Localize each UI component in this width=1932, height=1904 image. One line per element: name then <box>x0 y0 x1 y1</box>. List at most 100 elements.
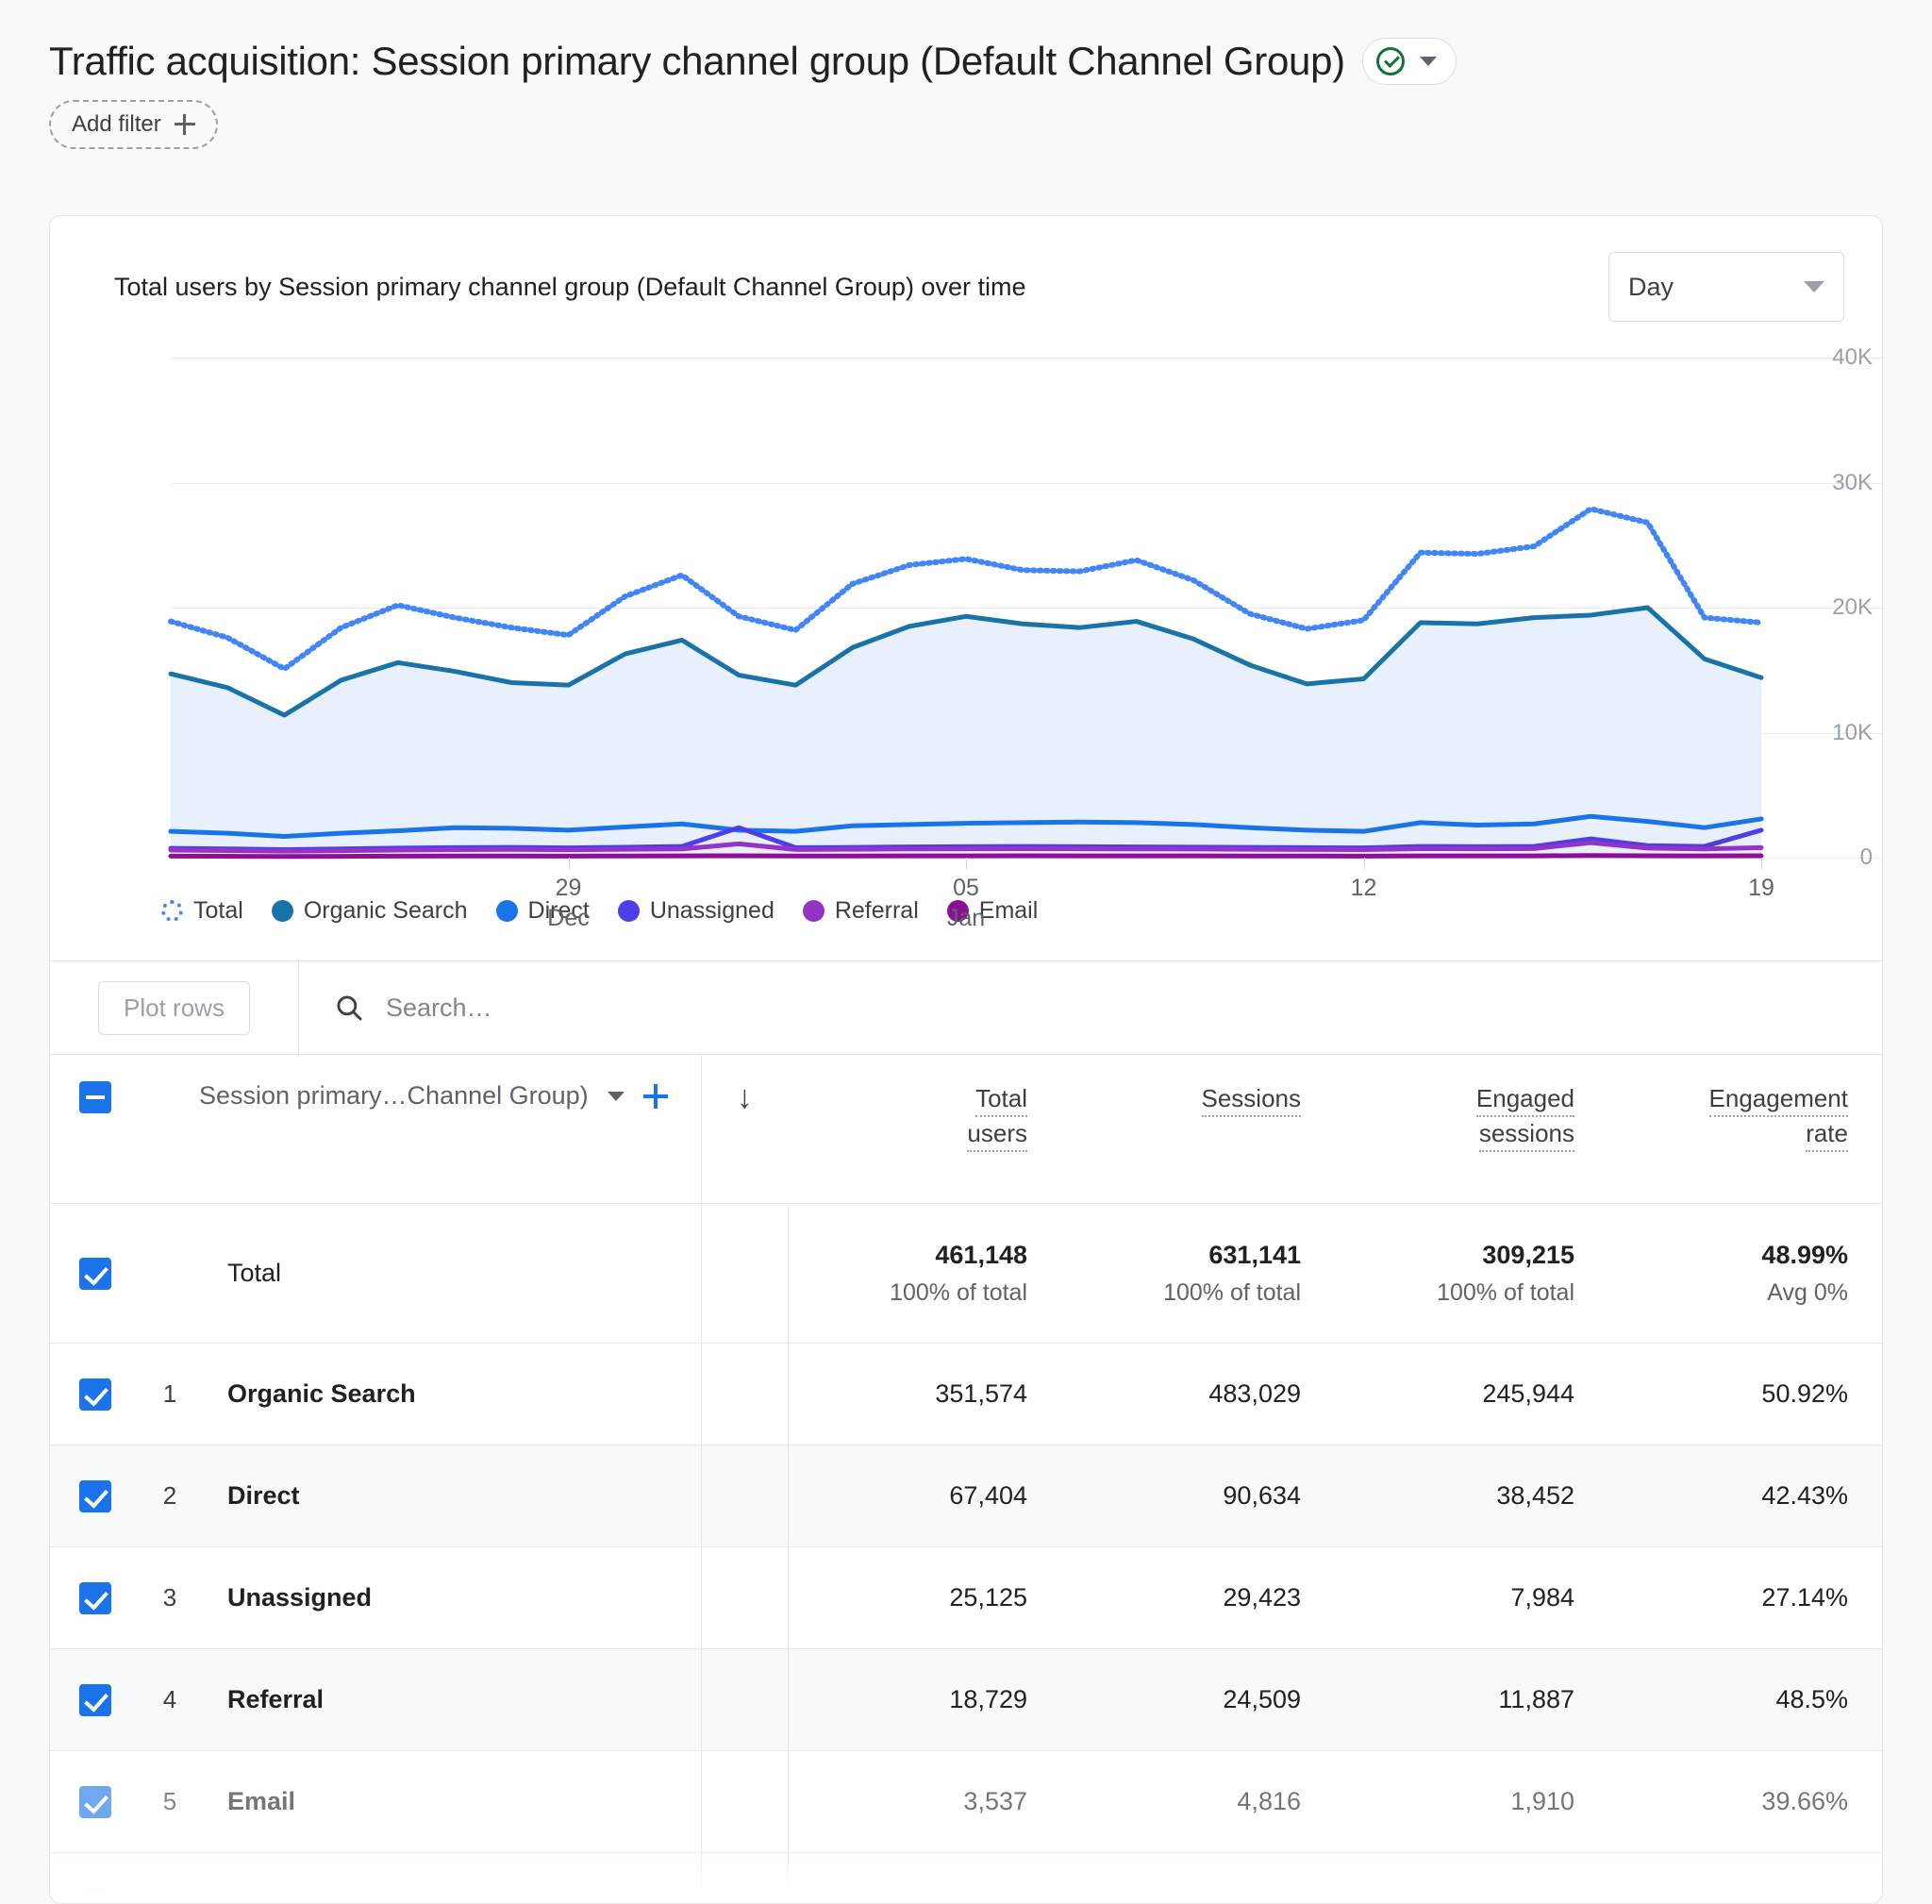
search-container <box>299 961 1882 1054</box>
legend-item-referral[interactable]: Referral <box>803 897 919 925</box>
row-checkbox-cell <box>50 1445 141 1547</box>
y-axis-tick-label: 10K <box>1832 720 1873 746</box>
legend-swatch-icon <box>803 900 824 922</box>
table-row[interactable]: 2Direct67,40490,63438,45242.43% <box>50 1445 1882 1547</box>
chevron-down-icon[interactable] <box>608 1092 625 1101</box>
table-row[interactable]: 1Organic Search351,574483,029245,94450.9… <box>50 1344 1882 1445</box>
row-metric-value: 483,029 <box>1061 1344 1335 1445</box>
metric-value: 4,816 <box>1061 1787 1301 1816</box>
metric-value: 18,729 <box>789 1685 1028 1714</box>
metric-value: 67,404 <box>789 1481 1028 1511</box>
add-dimension-icon[interactable] <box>643 1084 668 1109</box>
legend-swatch-icon <box>161 900 183 922</box>
metric-header-line1: Sessions <box>1202 1084 1302 1117</box>
chart-plot-area: 010K20K30K40K 29Dec05Jan1219 <box>171 358 1761 858</box>
metric-value: 7,984 <box>1335 1583 1574 1612</box>
row-sort-spacer <box>701 1344 788 1445</box>
row-checkbox[interactable] <box>79 1378 111 1411</box>
legend-item-organic-search[interactable]: Organic Search <box>272 897 468 925</box>
select-all-cell <box>50 1055 141 1204</box>
chart-series-layer <box>171 358 1761 858</box>
row-checkbox[interactable] <box>79 1582 111 1614</box>
row-metric-value: 351,574 <box>788 1344 1061 1445</box>
metric-value: 1,910 <box>1335 1787 1574 1816</box>
report-status-chip[interactable] <box>1362 38 1457 85</box>
granularity-value: Day <box>1628 273 1674 302</box>
rank-header <box>141 1055 199 1204</box>
row-checkbox-cell <box>50 1649 141 1751</box>
chevron-down-icon[interactable] <box>1420 57 1437 66</box>
legend-item-total[interactable]: Total <box>161 897 243 925</box>
row-checkbox-cell <box>50 1751 141 1853</box>
row-sort-spacer <box>701 1547 788 1649</box>
legend-swatch-icon <box>496 900 518 922</box>
row-metric-value: 90,634 <box>1061 1445 1335 1547</box>
metric-header-sessions[interactable]: Sessions <box>1061 1055 1335 1204</box>
page-title: Traffic acquisition: Session primary cha… <box>49 39 1345 84</box>
row-checkbox-cell <box>50 1344 141 1445</box>
row-sort-spacer <box>701 1445 788 1547</box>
metric-value: 24,509 <box>1061 1685 1301 1714</box>
metric-value: 48.5% <box>1608 1685 1848 1714</box>
x-axis-tick-label: 12 <box>1351 858 1377 903</box>
metric-header-engagement-rate[interactable]: Engagement rate <box>1608 1055 1882 1204</box>
row-dimension-name: Direct <box>199 1445 701 1547</box>
row-dimension-name: Referral <box>199 1649 701 1751</box>
row-metric-value: 67,404 <box>788 1445 1061 1547</box>
row-checkbox[interactable] <box>79 1480 111 1512</box>
row-metric-value: 245,944 <box>1335 1344 1608 1445</box>
table-row[interactable]: 4Referral18,72924,50911,88748.5% <box>50 1649 1882 1751</box>
table-row[interactable]: 5Email3,5374,8161,91039.66% <box>50 1751 1882 1853</box>
metric-header-engaged-sessions[interactable]: Engaged sessions <box>1335 1055 1608 1204</box>
row-metric-value: 24,509 <box>1061 1649 1335 1751</box>
row-metric-value: 11,887 <box>1335 1649 1608 1751</box>
row-checkbox[interactable] <box>79 1786 111 1818</box>
row-rank <box>141 1204 199 1344</box>
legend-swatch-icon <box>618 900 640 922</box>
row-rank: 5 <box>141 1751 199 1853</box>
sort-indicator-cell[interactable]: ↓ <box>701 1055 788 1204</box>
row-checkbox-cell <box>50 1547 141 1649</box>
metric-header-line1: Engaged <box>1476 1084 1574 1117</box>
x-axis-tick-label: 19 <box>1748 858 1774 903</box>
metric-value: 483,029 <box>1061 1379 1301 1409</box>
dimension-header-cell: Session primary…Channel Group) <box>199 1055 701 1204</box>
table-row[interactable]: 3Unassigned25,12529,4237,98427.14% <box>50 1547 1882 1649</box>
time-series-chart: 010K20K30K40K 29Dec05Jan1219 <box>50 358 1882 858</box>
dimension-header-label[interactable]: Session primary…Channel Group) <box>199 1081 589 1111</box>
chart-area-fill <box>171 608 1761 858</box>
legend-item-unassigned[interactable]: Unassigned <box>618 897 774 925</box>
chart-header: Total users by Session primary channel g… <box>50 216 1882 322</box>
granularity-select[interactable]: Day <box>1608 252 1844 322</box>
plot-rows-button[interactable]: Plot rows <box>98 981 250 1035</box>
table-body: Total461,148100% of total631,141100% of … <box>50 1204 1882 1904</box>
search-icon <box>333 992 365 1024</box>
metric-value: 2,478 <box>1061 1889 1301 1904</box>
row-metric-value: 18,729 <box>788 1649 1061 1751</box>
add-filter-button[interactable]: Add filter <box>49 100 218 149</box>
row-metric-value: 7,984 <box>1335 1547 1608 1649</box>
metric-value: 11,887 <box>1335 1685 1574 1714</box>
metric-header-total-users[interactable]: Total users <box>788 1055 1061 1204</box>
row-metric-value: 461,148100% of total <box>788 1204 1061 1344</box>
legend-label: Total <box>193 897 243 925</box>
metric-value: 38,452 <box>1335 1481 1574 1511</box>
row-checkbox[interactable] <box>79 1888 111 1904</box>
row-checkbox[interactable] <box>79 1684 111 1716</box>
legend-label: Organic Search <box>304 897 468 925</box>
table-toolbar: Plot rows <box>50 961 1882 1054</box>
table-header: Session primary…Channel Group) ↓ Total u… <box>50 1055 1882 1204</box>
row-metric-value: 39.66% <box>1608 1751 1882 1853</box>
metric-value: 351,574 <box>789 1379 1028 1409</box>
select-all-checkbox[interactable] <box>79 1081 111 1113</box>
metric-header-line1: Engagement <box>1709 1084 1848 1117</box>
search-input[interactable] <box>386 994 1625 1023</box>
row-metric-value: 3,537 <box>788 1751 1061 1853</box>
row-metric-value: 50.92% <box>1608 1344 1882 1445</box>
metric-value: 37.25% <box>1608 1889 1848 1904</box>
green-check-circle-icon <box>1376 47 1405 75</box>
chart-line-email <box>171 856 1761 857</box>
row-checkbox[interactable] <box>79 1258 111 1290</box>
y-axis-tick-label: 0 <box>1860 844 1873 871</box>
plus-icon <box>175 114 195 135</box>
